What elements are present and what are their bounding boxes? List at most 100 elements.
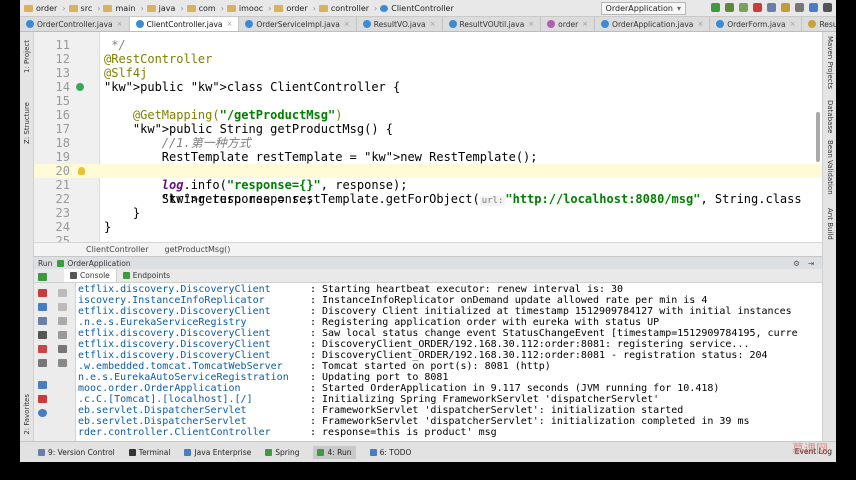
class-icon — [716, 20, 725, 28]
clear-all-icon[interactable] — [58, 359, 67, 367]
stop-icon[interactable] — [753, 3, 762, 12]
breadcrumb-src[interactable]: src — [68, 4, 92, 13]
console-line: eb.servlet.DispatcherServlet: FrameworkS… — [78, 405, 684, 416]
tab-clientcontroller[interactable]: ClientController.java × — [129, 17, 240, 31]
breadcrumb-java[interactable]: java — [146, 4, 175, 13]
console-line: .w.embedded.tomcat.TomcatWebServer: Tomc… — [78, 361, 551, 372]
tab-orderserviceimpl[interactable]: OrderServiceImpl.java × — [239, 17, 357, 31]
editor-tabs: OrderController.java × ClientController.j… — [20, 17, 836, 32]
ide-window: order › src › main › java › com › imooc › orde… — [20, 0, 836, 462]
build-icon[interactable] — [781, 3, 790, 12]
close-icon[interactable]: × — [790, 20, 796, 28]
lightbulb-icon[interactable] — [78, 167, 85, 175]
run-icon[interactable] — [711, 3, 720, 12]
breadcrumb-com[interactable]: com — [186, 4, 216, 13]
maven-projects-tool-button[interactable]: Maven Projects — [826, 36, 834, 89]
watermark: 慕课网 — [791, 442, 828, 456]
help-icon[interactable] — [38, 409, 47, 417]
pin-icon[interactable] — [38, 381, 47, 389]
editor-scrollbar[interactable] — [816, 112, 820, 162]
java-enterprise-tool-button[interactable]: Java Enterprise — [184, 448, 251, 457]
scroll-to-end-icon[interactable] — [58, 331, 67, 339]
code-line: 18 //1.第一种方式 — [55, 136, 251, 150]
tab-order[interactable]: order × — [541, 17, 596, 31]
soft-wrap-icon[interactable] — [58, 317, 67, 325]
hide-panel-icon[interactable]: ⇥ — [808, 259, 814, 268]
gear-icon[interactable]: ⚙ — [793, 259, 800, 268]
exit-icon[interactable] — [38, 345, 47, 353]
endpoints-icon — [122, 272, 130, 279]
run-config-select[interactable]: OrderApplication ▾ — [600, 2, 686, 15]
console-icon — [70, 272, 77, 279]
debug-icon[interactable] — [725, 3, 734, 12]
class-icon — [601, 20, 610, 28]
editor-breadcrumb-method[interactable]: getProductMsg() — [165, 245, 231, 254]
close-icon[interactable] — [38, 395, 47, 403]
bean-validation-tool-button[interactable]: Bean Validation — [826, 140, 834, 195]
run-panel-title: Run — [38, 258, 53, 268]
class-icon — [380, 4, 389, 12]
scroll-down-icon[interactable] — [58, 303, 67, 311]
close-icon[interactable]: × — [697, 20, 703, 28]
breadcrumb-clientcontroller[interactable]: ClientController — [380, 4, 454, 13]
tab-endpoints[interactable]: Endpoints — [117, 269, 176, 282]
breadcrumb-imooc[interactable]: imooc — [226, 4, 263, 13]
close-icon[interactable]: × — [430, 20, 436, 28]
search-icon[interactable] — [823, 3, 832, 12]
sync-icon[interactable] — [767, 3, 776, 12]
ant-build-tool-button[interactable]: Ant Build — [826, 208, 834, 240]
run-panel-header: Run OrderApplication ⚙ ⇥ — [34, 256, 822, 269]
code-line-current: 20 String response = restTemplate.getFor… — [34, 164, 822, 206]
breadcrumb-controller[interactable]: controller — [318, 4, 369, 13]
structure-tool-button[interactable]: Z: Structure — [23, 102, 31, 144]
breadcrumb-order[interactable]: order — [24, 4, 57, 13]
class-icon — [26, 20, 34, 28]
breadcrumb-main[interactable]: main — [103, 4, 135, 13]
run-tool-button[interactable]: 4: Run — [313, 445, 356, 459]
close-icon[interactable]: × — [344, 20, 350, 28]
version-control-tool-button[interactable]: 9: Version Control — [38, 448, 115, 457]
spring-bean-icon[interactable] — [76, 83, 84, 91]
tab-ordercontroller[interactable]: OrderController.java × — [20, 17, 130, 31]
console-output[interactable]: etflix.discovery.DiscoveryClient: Starti… — [76, 283, 822, 441]
run-toolbar — [34, 273, 76, 441]
tab-resultvo[interactable]: ResultVO.java × — [357, 17, 443, 31]
code-editor[interactable]: 11 */ 12 @RestController 13 @Slf4j 14 "kw">… — [34, 32, 822, 242]
print-icon[interactable] — [58, 345, 67, 353]
close-icon[interactable]: × — [227, 20, 233, 28]
terminal-tool-button[interactable]: Terminal — [128, 448, 170, 457]
todo-tool-button[interactable]: 6: TODO — [369, 448, 411, 457]
restore-layout-icon[interactable] — [38, 317, 47, 325]
run-panel-app[interactable]: OrderApplication — [67, 259, 130, 268]
coverage-icon[interactable] — [739, 3, 748, 12]
code-line: 14 "kw">public "kw">class ClientControlle… — [55, 80, 401, 94]
close-icon[interactable]: × — [582, 20, 588, 28]
close-icon[interactable]: × — [117, 20, 123, 28]
breadcrumb-separator: › — [62, 3, 66, 13]
folder-icon — [274, 4, 284, 12]
layout-icon[interactable] — [38, 359, 47, 367]
tab-orderapplication[interactable]: OrderApplication.java × — [595, 17, 711, 31]
tab-orderform[interactable]: OrderForm.java × — [710, 17, 803, 31]
project-tool-button[interactable]: 1: Project — [23, 40, 31, 73]
favorites-tool-button[interactable]: 2: Favorites — [23, 394, 31, 435]
terminal-icon — [128, 448, 136, 456]
rerun-icon[interactable] — [38, 273, 47, 281]
code-line: 15 — [55, 94, 70, 108]
pause-icon[interactable] — [38, 303, 47, 311]
editor-breadcrumb-class[interactable]: ClientController — [86, 245, 149, 254]
stop-icon[interactable] — [38, 289, 47, 297]
spring-boot-icon — [57, 259, 65, 267]
close-icon[interactable]: × — [528, 20, 534, 28]
database-tool-button[interactable]: Database — [826, 100, 834, 133]
breadcrumb-order-pkg[interactable]: order — [274, 4, 308, 13]
scroll-up-icon[interactable] — [58, 289, 67, 297]
structure-icon[interactable] — [809, 3, 818, 12]
camera-icon[interactable] — [38, 331, 47, 339]
tab-console[interactable]: Console — [64, 269, 117, 282]
class-icon — [245, 20, 254, 28]
spring-tool-button[interactable]: Spring — [265, 448, 299, 457]
tab-resultenum[interactable]: ResultEnum.java× — [802, 17, 836, 31]
tab-resultvoutil[interactable]: ResultVOUtil.java × — [443, 17, 542, 31]
settings-icon[interactable] — [795, 3, 804, 12]
